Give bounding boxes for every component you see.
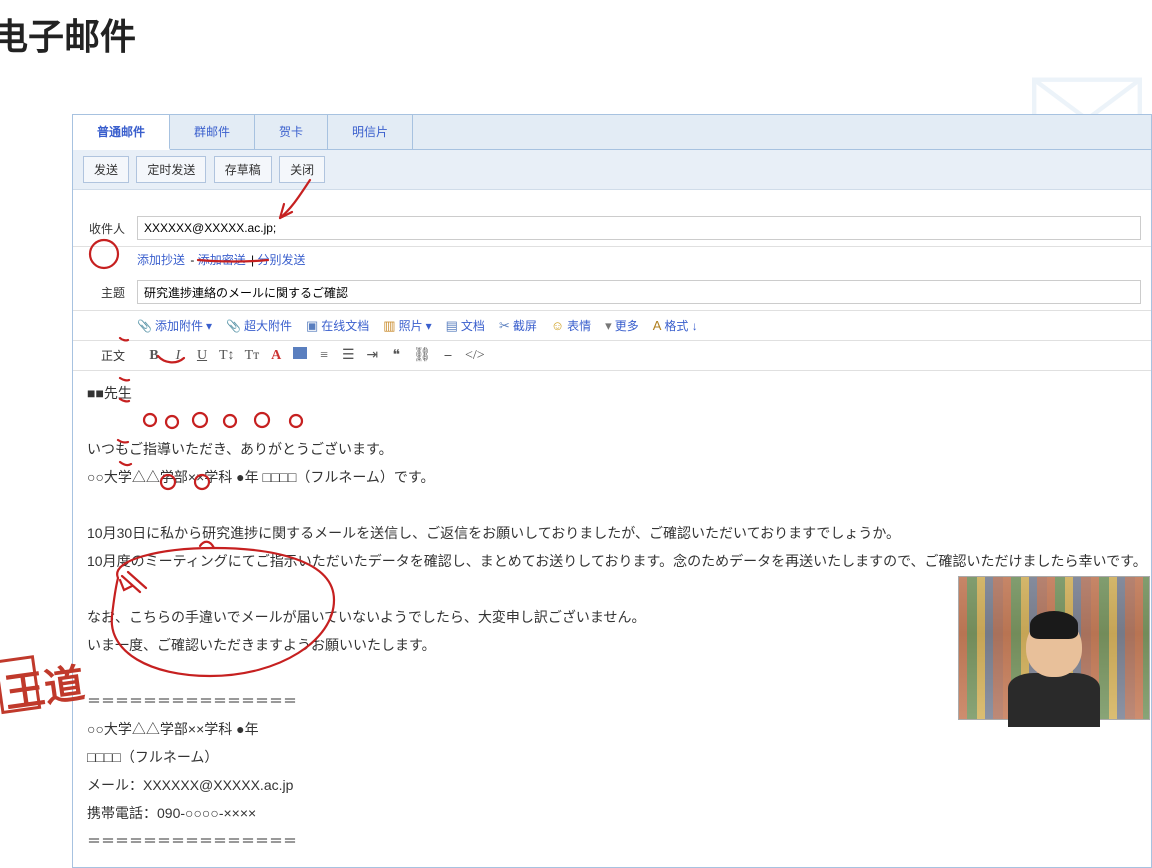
- chevron-down-icon: ▾: [426, 319, 432, 333]
- more-link[interactable]: ▾更多: [605, 317, 639, 334]
- large-attachment-link[interactable]: 📎超大附件: [226, 317, 292, 334]
- watermark-stamp: 王道: [0, 651, 87, 720]
- indent-button[interactable]: ⇥: [365, 347, 379, 364]
- add-bcc-link[interactable]: 添加密送: [198, 253, 246, 267]
- tab-postcard[interactable]: 明信片: [328, 115, 413, 149]
- chevron-down-icon: ▾: [206, 319, 212, 333]
- editor-toolbar: 正文 B I U T↕ Tᴛ A ≡ ☰ ⇥ ❝ ⛓ ⎯ </>: [73, 341, 1151, 371]
- font-color-button[interactable]: A: [269, 348, 283, 364]
- webcam-overlay: [958, 576, 1150, 720]
- font-family-button[interactable]: Tᴛ: [245, 348, 260, 364]
- paperclip-icon: 📎: [137, 319, 152, 333]
- align-button[interactable]: ≡: [317, 348, 331, 364]
- close-button[interactable]: 关闭: [279, 156, 325, 183]
- body-line: ○○大学△△学部××学科 ●年: [87, 717, 1137, 741]
- send-button[interactable]: 发送: [83, 156, 129, 183]
- online-doc-link[interactable]: ▣在线文档: [306, 317, 369, 334]
- photo-icon: ▥: [383, 318, 395, 334]
- add-cc-link[interactable]: 添加抄送: [137, 253, 185, 267]
- page-title: 电子邮件: [0, 0, 1152, 68]
- hr-button[interactable]: ⎯: [441, 348, 455, 364]
- body-line: [87, 493, 1137, 517]
- cc-links-row: 添加抄送 - 添加密送 | 分别发送: [73, 247, 1151, 274]
- action-bar: 发送 定时发送 存草稿 关闭: [73, 150, 1151, 190]
- schedule-send-button[interactable]: 定时发送: [136, 156, 206, 183]
- link-button[interactable]: ⛓: [413, 347, 431, 364]
- document-icon: ▤: [446, 318, 458, 334]
- attachment-bar: 📎添加附件 ▾ 📎超大附件 ▣在线文档 ▥照片 ▾ ▤文档 ✂截屏 ☺表情 ▾更…: [73, 311, 1151, 341]
- mail-compose-window: 普通邮件 群邮件 贺卡 明信片 发送 定时发送 存草稿 关闭 收件人 添加抄送 …: [72, 114, 1152, 868]
- body-line: 10月度のミーティングにてご指示いただいたデータを確認し、まとめてお送りしており…: [87, 549, 1137, 573]
- subject-input[interactable]: [137, 280, 1141, 304]
- body-line: ＝＝＝＝＝＝＝＝＝＝＝＝＝＝＝: [87, 829, 1137, 853]
- list-button[interactable]: ☰: [341, 347, 355, 364]
- save-draft-button[interactable]: 存草稿: [214, 156, 272, 183]
- format-icon: A: [653, 318, 662, 333]
- split-send-link[interactable]: 分别发送: [258, 253, 306, 267]
- document-link[interactable]: ▤文档: [446, 317, 485, 334]
- screenshot-link[interactable]: ✂截屏: [499, 317, 537, 334]
- recipient-input[interactable]: [137, 216, 1141, 240]
- quote-button[interactable]: ❝: [389, 347, 403, 364]
- cloud-doc-icon: ▣: [306, 318, 318, 334]
- photo-link[interactable]: ▥照片 ▾: [383, 317, 431, 334]
- tab-group-mail[interactable]: 群邮件: [170, 115, 255, 149]
- subject-label: 主题: [83, 284, 125, 301]
- recipient-row: 收件人: [73, 210, 1151, 247]
- body-label: 正文: [83, 347, 125, 364]
- body-line: ○○大学△△学部××学科 ●年 □□□□（フルネーム）です。: [87, 465, 1137, 489]
- body-line: いつもご指導いただき、ありがとうございます。: [87, 437, 1137, 461]
- add-attachment-link[interactable]: 📎添加附件 ▾: [137, 317, 212, 334]
- italic-button[interactable]: I: [171, 348, 185, 364]
- tab-bar: 普通邮件 群邮件 贺卡 明信片: [73, 115, 1151, 150]
- underline-button[interactable]: U: [195, 348, 209, 364]
- bold-button[interactable]: B: [147, 348, 161, 364]
- body-line: ■■先生: [87, 381, 1137, 405]
- more-icon: ▾: [605, 318, 612, 334]
- body-line: 10月30日に私から研究進捗に関するメールを送信し、ご返信をお願いしておりました…: [87, 521, 1137, 545]
- body-line: 携帯電話：090-○○○○-××××: [87, 801, 1137, 825]
- body-line: □□□□（フルネーム）: [87, 745, 1137, 769]
- paperclip-icon: 📎: [226, 319, 241, 333]
- source-button[interactable]: </>: [465, 348, 485, 364]
- recipient-label: 收件人: [83, 220, 125, 237]
- highlight-button[interactable]: [293, 347, 307, 364]
- subject-row: 主题: [73, 274, 1151, 311]
- font-size-button[interactable]: T↕: [219, 348, 235, 364]
- screenshot-icon: ✂: [499, 318, 510, 334]
- format-link[interactable]: A格式 ↓: [653, 317, 698, 334]
- body-line: [87, 409, 1137, 433]
- body-line: メール：XXXXXX@XXXXX.ac.jp: [87, 773, 1137, 797]
- emoji-link[interactable]: ☺表情: [551, 317, 591, 334]
- smiley-icon: ☺: [551, 318, 564, 333]
- tab-greeting-card[interactable]: 贺卡: [255, 115, 328, 149]
- tab-normal-mail[interactable]: 普通邮件: [73, 115, 170, 150]
